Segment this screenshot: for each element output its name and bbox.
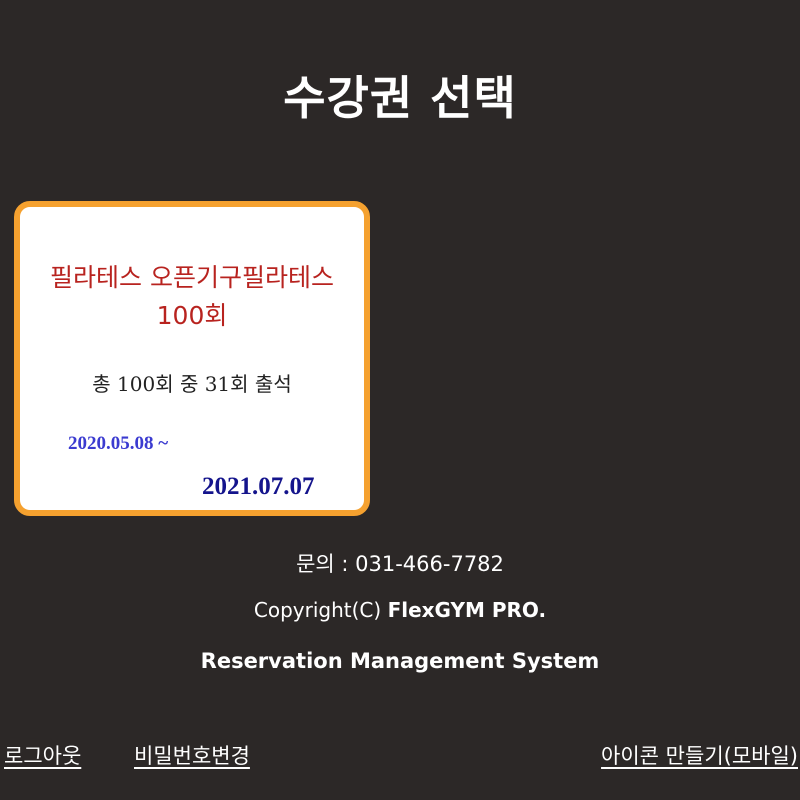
pass-name: 필라테스 오픈기구필라테스100회 — [50, 263, 334, 330]
copyright-prefix: Copyright(C) — [253, 598, 388, 622]
pass-start-date: 2020.05.08 ~ — [68, 433, 169, 454]
make-icon-link[interactable]: 아이콘 만들기(모바일) — [601, 740, 798, 770]
pass-end-date: 2021.07.07 — [202, 473, 315, 500]
change-password-link[interactable]: 비밀번호변경 — [134, 740, 250, 770]
pass-usage: 총 100회 중 31회 출석 — [92, 372, 292, 396]
contact-info: 문의 : 031-466-7782 — [296, 552, 504, 576]
page-title: 수강권 선택 — [283, 71, 517, 125]
copyright: Copyright(C) FlexGYM PRO. — [0, 598, 800, 622]
system-name: Reservation Management System — [200, 649, 600, 673]
pass-card[interactable]: 필라테스 오픈기구필라테스100회 총 100회 중 31회 출석 2020.0… — [14, 201, 370, 516]
logout-link[interactable]: 로그아웃 — [4, 740, 81, 770]
copyright-brand: FlexGYM PRO. — [387, 598, 547, 622]
